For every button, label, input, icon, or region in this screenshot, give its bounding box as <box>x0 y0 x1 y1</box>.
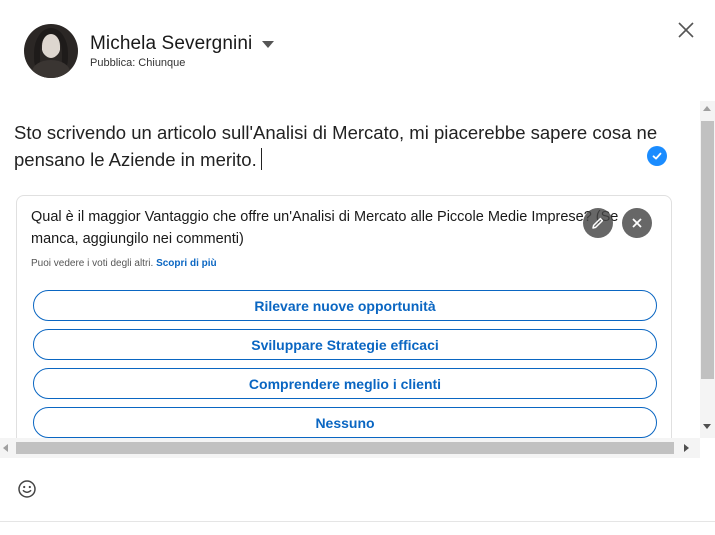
edit-poll-button[interactable] <box>583 208 613 238</box>
caret-down-icon <box>262 40 275 48</box>
vertical-scrollbar[interactable] <box>700 101 715 438</box>
scroll-down-arrow-icon[interactable] <box>703 424 711 429</box>
horizontal-scrollbar[interactable] <box>0 438 700 458</box>
poll-option[interactable]: Rilevare nuove opportunità <box>33 290 657 321</box>
poll-option[interactable]: Nessuno <box>33 407 657 438</box>
close-icon <box>678 22 694 38</box>
remove-poll-button[interactable] <box>622 208 652 238</box>
avatar <box>24 24 78 78</box>
poll-question: Qual è il maggior Vantaggio che offre un… <box>31 209 619 247</box>
close-button[interactable] <box>673 17 699 43</box>
vertical-scroll-thumb[interactable] <box>701 121 714 379</box>
check-icon <box>647 146 667 166</box>
smiley-icon <box>18 480 36 498</box>
visibility-label: Pubblica: Chiunque <box>90 57 186 69</box>
poll-option[interactable]: Sviluppare Strategie efficaci <box>33 329 657 360</box>
author-name: Michela Severgnini <box>90 33 253 54</box>
footer-divider <box>0 521 715 522</box>
author-selector[interactable]: Michela Severgnini <box>90 33 275 55</box>
pencil-icon <box>592 217 604 229</box>
poll-card: Qual è il maggior Vantaggio che offre un… <box>16 195 672 440</box>
post-text: Sto scrivendo un articolo sull'Analisi d… <box>14 122 658 170</box>
poll-meta-text: Puoi vedere i voti degli altri. <box>31 258 154 269</box>
horizontal-scroll-thumb[interactable] <box>16 442 674 454</box>
post-editor-area[interactable]: Sto scrivendo un articolo sull'Analisi d… <box>0 101 715 440</box>
text-cursor <box>260 148 262 170</box>
close-icon <box>632 218 642 228</box>
scroll-left-arrow-icon[interactable] <box>3 444 8 452</box>
emoji-button[interactable] <box>16 478 38 500</box>
scroll-right-arrow-icon[interactable] <box>684 444 689 452</box>
dialog-header: Michela Severgnini Pubblica: Chiunque <box>0 0 715 95</box>
post-text-editor[interactable]: Sto scrivendo un articolo sull'Analisi d… <box>14 119 674 173</box>
scroll-up-arrow-icon[interactable] <box>703 106 711 111</box>
poll-option[interactable]: Comprendere meglio i clienti <box>33 368 657 399</box>
poll-meta: Puoi vedere i voti degli altri. Scopri d… <box>31 258 217 269</box>
learn-more-link[interactable]: Scopri di più <box>156 258 217 269</box>
